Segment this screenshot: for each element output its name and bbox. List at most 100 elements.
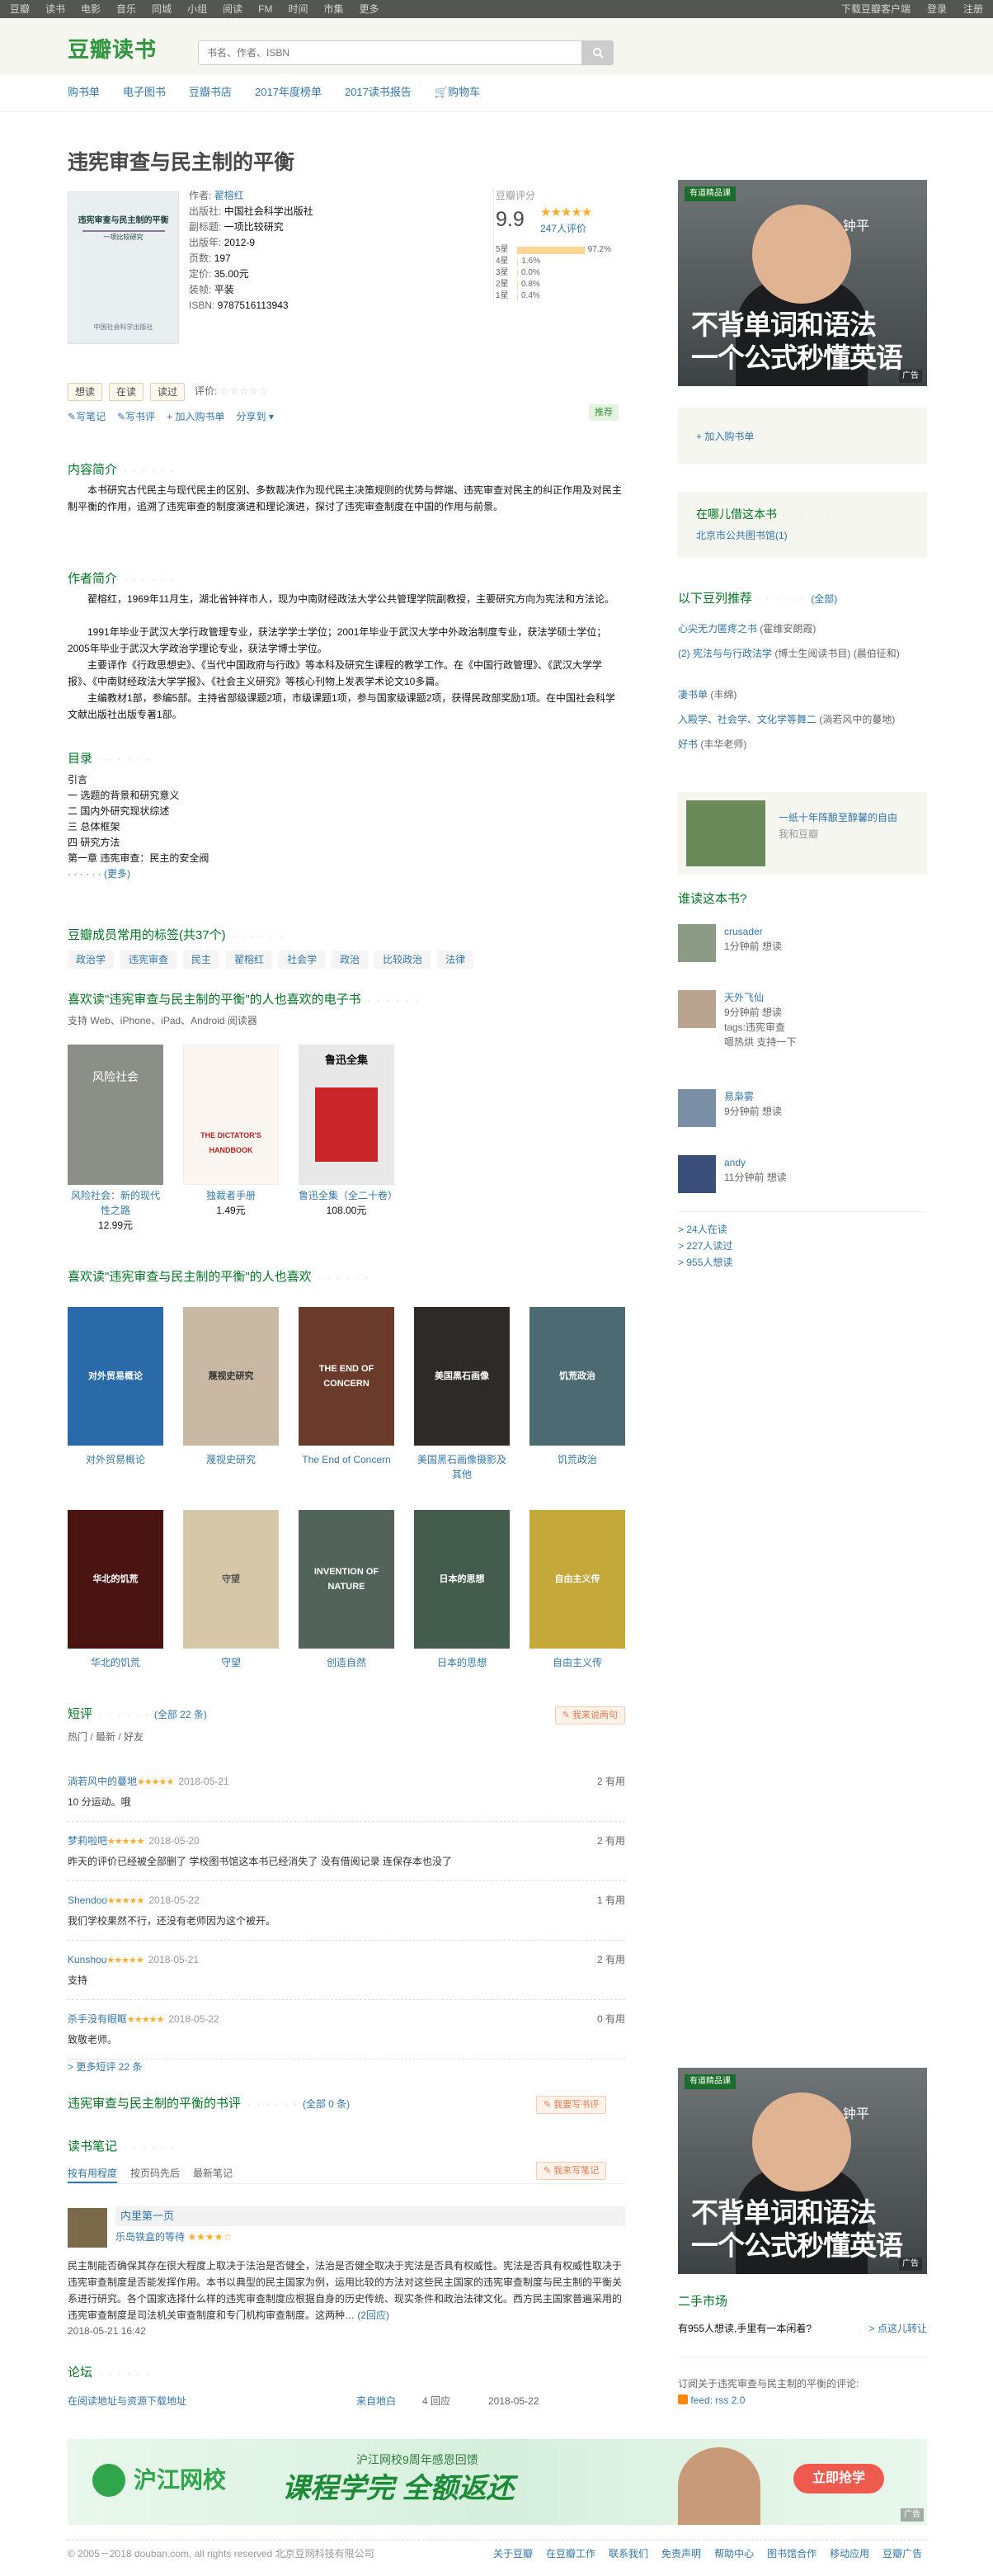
reader-name[interactable]: andy: [724, 1155, 787, 1170]
nav-music[interactable]: 音乐: [116, 2, 136, 16]
library-link[interactable]: 北京市公共图书馆(1): [696, 528, 788, 544]
doulist-item-link[interactable]: 凄书单: [678, 689, 708, 701]
ebook-cover[interactable]: 鲁迅全集: [299, 1045, 394, 1185]
notes-tab-page[interactable]: 按页码先后: [130, 2165, 180, 2183]
comment-useful[interactable]: 2 有用: [597, 1833, 625, 1848]
stat-reading-link[interactable]: > 24人在读: [678, 1221, 727, 1238]
write-note-button[interactable]: ✎ 我来写笔记: [536, 2162, 607, 2180]
recommend-button[interactable]: 推荐: [589, 404, 619, 421]
write-review-button[interactable]: ✎ 我要写书评: [536, 2096, 607, 2114]
tag-item[interactable]: 比较政治: [374, 951, 431, 969]
login-link[interactable]: 登录: [927, 2, 947, 16]
book-item[interactable]: THE END OF CONCERN The End of Concern: [299, 1307, 394, 1482]
ebook-item[interactable]: 鲁迅全集 鲁迅全集（全二十卷） 108.00元: [299, 1045, 398, 1233]
book-item[interactable]: 自由主义传 自由主义传: [529, 1510, 625, 1670]
doulist-item-link[interactable]: 好书: [678, 738, 698, 750]
want-read-button[interactable]: 想读: [68, 383, 103, 401]
write-review-link[interactable]: ✎写书评: [117, 409, 155, 425]
search-input[interactable]: [198, 40, 582, 65]
nav-market[interactable]: 市集: [323, 2, 343, 16]
subnav-store[interactable]: 豆瓣书店: [189, 86, 232, 99]
tag-item[interactable]: 政治: [332, 951, 369, 969]
comment-useful[interactable]: 2 有用: [597, 1952, 625, 1967]
subnav-ebook[interactable]: 电子图书: [123, 86, 166, 99]
nav-douban[interactable]: 豆瓣: [10, 2, 30, 16]
footer-link-ads[interactable]: 豆瓣广告: [882, 2546, 922, 2561]
notes-tab-useful[interactable]: 按有用程度: [68, 2165, 118, 2183]
footer-link-about[interactable]: 关于豆瓣: [493, 2546, 533, 2561]
nav-movie[interactable]: 电影: [81, 2, 101, 16]
book-item[interactable]: 华北的饥荒 华北的饥荒: [68, 1510, 163, 1670]
nav-fm[interactable]: FM: [258, 2, 272, 16]
nav-read[interactable]: 阅读: [223, 2, 242, 16]
read-button[interactable]: 读过: [150, 383, 186, 401]
footer-link-library[interactable]: 图书馆合作: [767, 2546, 817, 2561]
write-comment-button[interactable]: ✎ 我来说两句: [554, 1706, 625, 1724]
book-item-title[interactable]: 守望: [183, 1655, 279, 1670]
share-link[interactable]: 分享到 ▾: [237, 409, 274, 425]
comment-useful[interactable]: 0 有用: [597, 2012, 625, 2026]
add-to-buylist-link[interactable]: + 加入购书单: [696, 429, 754, 445]
register-link[interactable]: 注册: [963, 2, 983, 16]
book-item-cover[interactable]: 美国黑石画像: [414, 1307, 510, 1446]
comment-user[interactable]: 梦莉啦吧: [68, 1835, 107, 1847]
reader-name[interactable]: 天外飞仙: [724, 990, 796, 1005]
book-item-title[interactable]: The End of Concern: [299, 1452, 394, 1467]
book-item[interactable]: 对外贸易概论 对外贸易概论: [68, 1307, 163, 1482]
promo-title[interactable]: 一纸十年阵酿至醇馨的自由: [779, 810, 897, 826]
doulist-item-link[interactable]: (2) 宪法与与行政法学: [678, 648, 772, 659]
nav-group[interactable]: 小组: [187, 2, 207, 16]
avatar[interactable]: [678, 1089, 716, 1127]
stat-read-link[interactable]: > 227人读过: [678, 1238, 732, 1254]
doulist-item-link[interactable]: 心尖无力匿疼之书: [678, 623, 757, 635]
book-item-cover[interactable]: 对外贸易概论: [68, 1307, 163, 1446]
doulist-more-link[interactable]: (全部): [811, 593, 837, 605]
ebook-title[interactable]: 独裁者手册: [183, 1188, 279, 1203]
comments-sort[interactable]: 热门 / 最新 / 好友: [68, 1729, 625, 1745]
my-rating-stars[interactable]: ☆☆☆☆☆: [220, 385, 269, 397]
market-link[interactable]: > 点这儿转让: [869, 2320, 927, 2337]
book-item-cover[interactable]: 日本的思想: [414, 1510, 510, 1649]
promo-image[interactable]: [686, 800, 765, 866]
tag-item[interactable]: 民主: [183, 951, 220, 969]
nav-more[interactable]: 更多: [359, 2, 379, 16]
sidebar-ad-top[interactable]: 有道精品课 钟平 不背单词和语法 一个公式秒懂英语 广告: [678, 180, 927, 386]
note-replies-link[interactable]: (2回应): [357, 2309, 389, 2321]
subnav-report[interactable]: 2017读书报告: [345, 86, 412, 99]
book-item[interactable]: 蔑视史研究 蔑视史研究: [183, 1307, 279, 1482]
tag-item[interactable]: 法律: [437, 951, 474, 969]
comment-user[interactable]: Shendoo: [68, 1894, 107, 1906]
ebook-item[interactable]: 风险社会 风险社会：新的现代性之路 12.99元: [68, 1045, 163, 1233]
ebook-item[interactable]: THE DICTATOR'S HANDBOOK 独裁者手册 1.49元: [183, 1045, 279, 1233]
book-item-title[interactable]: 美国黑石画像摄影及其他: [414, 1452, 510, 1482]
book-cover[interactable]: 违宪审查与民主制的平衡 一项比较研究 中国社会科学出版社: [68, 191, 179, 344]
sidebar-ad-bottom[interactable]: 有道精品课 钟平 不背单词和语法 一个公式秒懂英语 广告: [678, 2068, 927, 2274]
ad-cta-button[interactable]: 立即抢学: [793, 2464, 884, 2493]
promo-box[interactable]: 一纸十年阵酿至醇馨的自由 我和豆瓣: [678, 792, 927, 875]
bottom-ad-banner[interactable]: 沪江网校 沪江网校9周年感恩回馈 课程学完 全额返还 立即抢学 广告: [68, 2439, 927, 2525]
comment-user[interactable]: 淌若风中的蔓地: [68, 1776, 137, 1787]
tag-item[interactable]: 社会学: [279, 951, 326, 969]
book-item-title[interactable]: 创造自然: [299, 1655, 394, 1670]
footer-link-mobile[interactable]: 移动应用: [830, 2546, 869, 2561]
book-item-title[interactable]: 自由主义传: [529, 1655, 625, 1670]
book-item[interactable]: 守望 守望: [183, 1510, 279, 1670]
avatar[interactable]: [678, 1155, 716, 1193]
book-item-cover[interactable]: 蔑视史研究: [183, 1307, 279, 1446]
subnav-annual[interactable]: 2017年度榜单: [255, 86, 322, 99]
tag-item[interactable]: 政治学: [68, 951, 115, 969]
comment-useful[interactable]: 2 有用: [597, 1774, 625, 1789]
add-buylist-link[interactable]: + 加入购书单: [167, 409, 224, 425]
book-item-title[interactable]: 日本的思想: [414, 1655, 510, 1670]
rating-count-link[interactable]: 247人评价: [540, 221, 586, 237]
forum-from[interactable]: 来自地白: [356, 2393, 422, 2409]
book-item-title[interactable]: 华北的饥荒: [68, 1655, 163, 1670]
nav-books[interactable]: 读书: [45, 2, 65, 16]
avatar[interactable]: [678, 990, 716, 1028]
ebook-cover[interactable]: 风险社会: [68, 1045, 163, 1185]
rss-link[interactable]: feed: rss 2.0: [690, 2394, 745, 2406]
download-app-link[interactable]: 下载豆瓣客户端: [841, 2, 911, 16]
book-item-title[interactable]: 饥荒政治: [529, 1452, 625, 1467]
footer-link-help[interactable]: 帮助中心: [714, 2546, 754, 2561]
book-item-cover[interactable]: INVENTION OF NATURE: [299, 1510, 394, 1649]
